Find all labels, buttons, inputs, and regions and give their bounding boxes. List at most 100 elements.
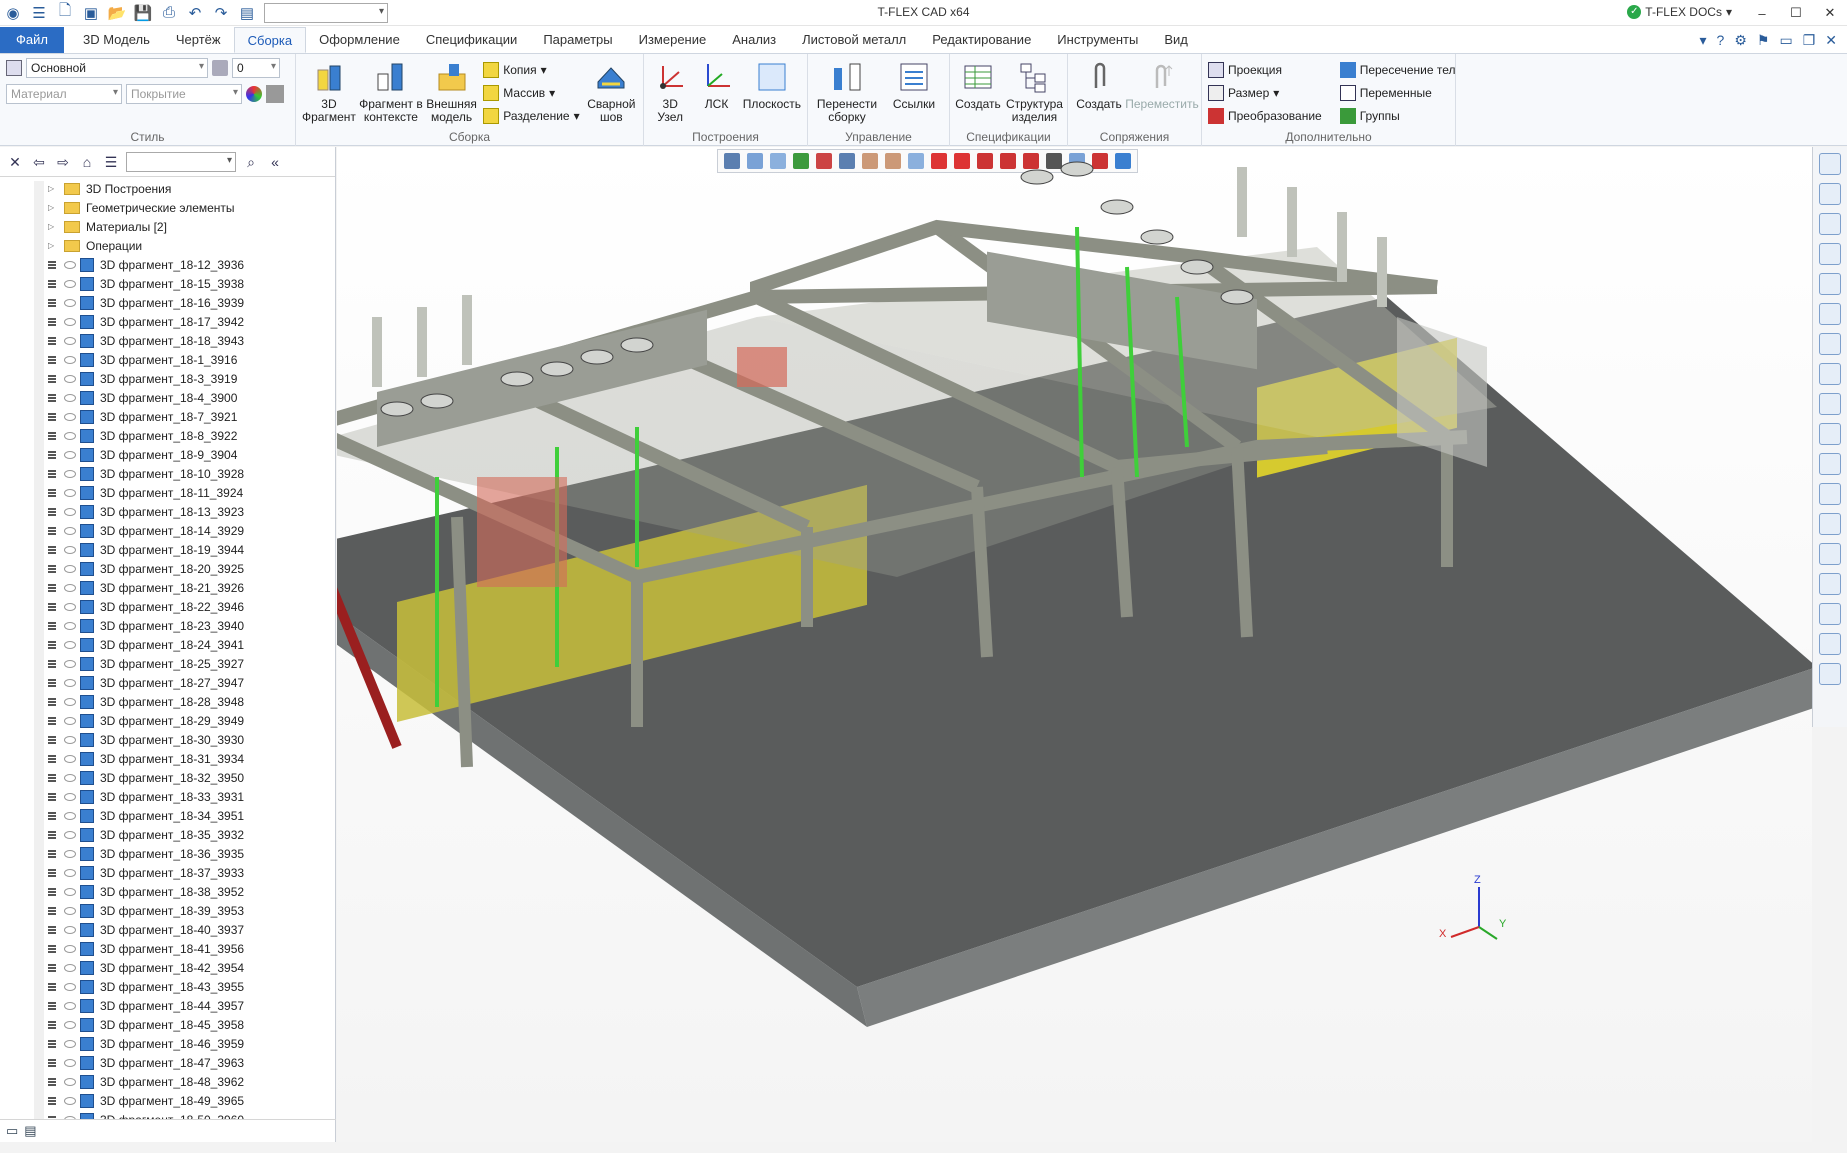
tab-assembly[interactable]: Сборка [233,27,307,53]
tree-fragment-item[interactable]: 3D фрагмент_18-42_3954 [0,958,336,977]
tab-design[interactable]: Оформление [306,27,413,53]
tree-fragment-item[interactable]: 3D фрагмент_18-28_3948 [0,692,336,711]
visibility-eye-icon[interactable] [64,830,76,839]
tree-fragment-item[interactable]: 3D фрагмент_18-47_3963 [0,1053,336,1072]
tree-filter-combo[interactable] [126,151,236,172]
drag-handle-icon[interactable] [48,583,56,592]
tree-fragment-item[interactable]: 3D фрагмент_18-7_3921 [0,407,336,426]
tab-view[interactable]: Вид [1151,27,1201,53]
tree-fragment-item[interactable]: 3D фрагмент_18-11_3924 [0,483,336,502]
variables-button[interactable]: Переменные [1339,83,1456,102]
drag-handle-icon[interactable] [48,678,56,687]
weld-button[interactable]: Сварной шов [586,58,637,130]
drag-handle-icon[interactable] [48,374,56,383]
drag-handle-icon[interactable] [48,868,56,877]
coating-select[interactable]: Покрытие [126,84,242,104]
drag-handle-icon[interactable] [48,602,56,611]
visibility-eye-icon[interactable] [64,868,76,877]
window-icon[interactable]: ▭ [1779,32,1792,49]
drag-handle-icon[interactable] [48,811,56,820]
drag-handle-icon[interactable] [48,1039,56,1048]
3d-node-button[interactable]: 3D Узел [650,58,690,130]
tree-fragment-item[interactable]: 3D фрагмент_18-37_3933 [0,863,336,882]
material-icon[interactable] [1819,573,1841,595]
visibility-eye-icon[interactable] [64,374,76,383]
drag-handle-icon[interactable] [48,1058,56,1067]
layer-select[interactable]: Основной [26,58,208,78]
visibility-eye-icon[interactable] [64,1058,76,1067]
visibility-eye-icon[interactable] [64,963,76,972]
tree-folder[interactable]: ▷ Материалы [2] [0,217,336,236]
visibility-eye-icon[interactable] [64,545,76,554]
settings-view-icon[interactable] [1819,663,1841,685]
visibility-eye-icon[interactable] [64,317,76,326]
flag-icon[interactable]: ⚑ [1757,32,1770,49]
tree-fragment-item[interactable]: 3D фрагмент_18-35_3932 [0,825,336,844]
visibility-eye-icon[interactable] [64,450,76,459]
tab-drawing[interactable]: Чертёж [163,27,234,53]
drag-handle-icon[interactable] [48,754,56,763]
drag-handle-icon[interactable] [48,849,56,858]
tree-fragment-item[interactable]: 3D фрагмент_18-18_3943 [0,331,336,350]
visibility-eye-icon[interactable] [64,716,76,725]
camera-icon[interactable] [1819,603,1841,625]
drag-handle-icon[interactable] [48,735,56,744]
measure-icon[interactable] [1819,303,1841,325]
tree-fragment-item[interactable]: 3D фрагмент_18-3_3919 [0,369,336,388]
tree-fragment-item[interactable]: 3D фрагмент_18-8_3922 [0,426,336,445]
wireframe-icon[interactable] [1819,453,1841,475]
tree-fragment-item[interactable]: 3D фрагмент_18-30_3930 [0,730,336,749]
drag-handle-icon[interactable] [48,906,56,915]
visibility-eye-icon[interactable] [64,1001,76,1010]
color-palette-icon[interactable] [246,86,262,102]
visibility-eye-icon[interactable] [64,906,76,915]
tree-fragment-item[interactable]: 3D фрагмент_18-20_3925 [0,559,336,578]
tree-fragment-item[interactable]: 3D фрагмент_18-25_3927 [0,654,336,673]
rotate-icon[interactable] [1819,423,1841,445]
tree-fragment-item[interactable]: 3D фрагмент_18-39_3953 [0,901,336,920]
projection-button[interactable]: Проекция [1208,60,1322,79]
visibility-eye-icon[interactable] [64,279,76,288]
visibility-eye-icon[interactable] [64,982,76,991]
drag-handle-icon[interactable] [48,279,56,288]
tree-fragment-item[interactable]: 3D фрагмент_18-49_3965 [0,1091,336,1110]
visibility-eye-icon[interactable] [64,849,76,858]
visibility-eye-icon[interactable] [64,431,76,440]
home-icon[interactable]: ⌂ [78,153,96,171]
tree-fragment-item[interactable]: 3D фрагмент_18-38_3952 [0,882,336,901]
drag-handle-icon[interactable] [48,488,56,497]
array-button[interactable]: Массив ▾ [483,83,579,102]
tree-fragment-item[interactable]: 3D фрагмент_18-48_3962 [0,1072,336,1091]
restore-icon[interactable]: ❐ [1803,32,1816,49]
tree-fragment-item[interactable]: 3D фрагмент_18-45_3958 [0,1015,336,1034]
tab-measure[interactable]: Измерение [626,27,720,53]
tree-fragment-item[interactable]: 3D фрагмент_18-31_3934 [0,749,336,768]
layers-tab-icon[interactable]: ▤ [24,1123,36,1139]
layer-number-stepper[interactable]: 0 [232,58,280,78]
visibility-eye-icon[interactable] [64,811,76,820]
drag-handle-icon[interactable] [48,564,56,573]
zoom-in-icon[interactable] [1819,243,1841,265]
visibility-eye-icon[interactable] [64,659,76,668]
drag-handle-icon[interactable] [48,545,56,554]
visibility-eye-icon[interactable] [64,773,76,782]
drag-handle-icon[interactable] [48,697,56,706]
tree-fragment-item[interactable]: 3D фрагмент_18-19_3944 [0,540,336,559]
visibility-eye-icon[interactable] [64,621,76,630]
visibility-eye-icon[interactable] [64,507,76,516]
tree-fragment-item[interactable]: 3D фрагмент_18-21_3926 [0,578,336,597]
zoom-window-icon[interactable] [1819,213,1841,235]
tree-folder[interactable]: ▷ 3D Построения [0,179,336,198]
back-icon[interactable]: ⇦ [30,153,48,171]
product-structure-button[interactable]: Структура изделия [1006,58,1063,130]
close-icon[interactable]: ✕ [1813,0,1847,26]
close-icon[interactable]: ✕ [6,153,24,171]
create-mate-button[interactable]: Создать [1074,58,1124,130]
visibility-eye-icon[interactable] [64,792,76,801]
material-select[interactable]: Материал [6,84,122,104]
section-plane-icon[interactable] [1819,633,1841,655]
color-swatch[interactable] [266,85,284,103]
visibility-eye-icon[interactable] [64,412,76,421]
tree-fragment-item[interactable]: 3D фрагмент_18-22_3946 [0,597,336,616]
drag-handle-icon[interactable] [48,830,56,839]
